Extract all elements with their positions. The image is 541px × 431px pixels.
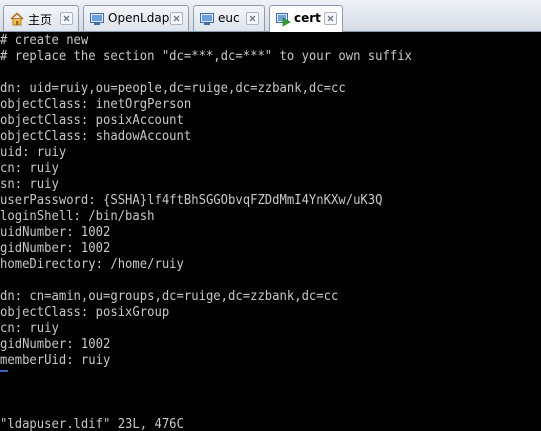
tab-cert[interactable]: cert <box>269 5 343 32</box>
close-icon[interactable] <box>324 12 337 25</box>
close-icon[interactable] <box>246 12 259 25</box>
console-line: dn: uid=ruiy,ou=people,dc=ruige,dc=zzban… <box>0 80 346 96</box>
tab-openldap-label: OpenLdap <box>108 11 170 25</box>
vm-running-icon <box>275 11 291 27</box>
vm-console-screen[interactable]: # create new # replace the section "dc=*… <box>0 32 541 431</box>
tab-bar: 主页 OpenLdap euc cert <box>0 0 541 32</box>
console-line: dn: cn=amin,ou=groups,dc=ruige,dc=zzbank… <box>0 288 339 304</box>
home-icon <box>9 11 25 27</box>
console-line: memberUid: ruiy <box>0 352 111 368</box>
close-icon[interactable] <box>170 12 183 25</box>
close-icon[interactable] <box>60 12 73 25</box>
console-line: homeDirectory: /home/ruiy <box>0 256 184 272</box>
tab-openldap[interactable]: OpenLdap <box>83 5 189 31</box>
tab-home[interactable]: 主页 <box>3 5 79 31</box>
vm-icon <box>89 11 105 27</box>
tab-euc-label: euc <box>218 11 240 25</box>
console-line: uid: ruiy <box>0 144 67 160</box>
console-line: loginShell: /bin/bash <box>0 208 155 224</box>
tab-euc[interactable]: euc <box>193 5 265 31</box>
console-line: sn: ruiy <box>0 176 59 192</box>
console-line: objectClass: posixAccount <box>0 112 184 128</box>
console-line: # replace the section "dc=***,dc=***" to… <box>0 48 412 64</box>
vmware-console-window: 主页 OpenLdap euc cert # create new # repl… <box>0 0 541 431</box>
console-line: cn: ruiy <box>0 320 59 336</box>
vim-status-line: "ldapuser.ldif" 23L, 476C <box>0 416 184 431</box>
tab-home-label: 主页 <box>28 13 53 27</box>
console-line: cn: ruiy <box>0 160 59 176</box>
console-line: # create new <box>0 32 89 48</box>
console-line: objectClass: posixGroup <box>0 304 170 320</box>
tab-cert-label: cert <box>294 11 321 25</box>
console-line: gidNumber: 1002 <box>0 240 111 256</box>
console-line: userPassword: {SSHA}lf4ftBhSGGObvqFZDdMm… <box>0 192 383 208</box>
vm-icon <box>199 11 215 27</box>
console-line: objectClass: shadowAccount <box>0 128 192 144</box>
console-line: uidNumber: 1002 <box>0 224 111 240</box>
text-cursor <box>0 370 8 372</box>
console-line: objectClass: inetOrgPerson <box>0 96 192 112</box>
console-line: gidNumber: 1002 <box>0 336 111 352</box>
